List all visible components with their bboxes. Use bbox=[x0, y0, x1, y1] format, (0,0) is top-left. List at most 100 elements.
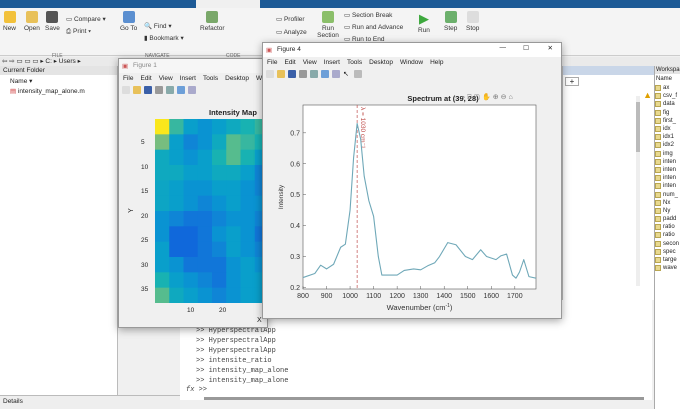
maximize-button[interactable]: ☐ bbox=[523, 44, 529, 52]
refactor-button[interactable]: Refactor bbox=[200, 11, 225, 32]
print-icon[interactable] bbox=[299, 69, 307, 78]
run-section-button[interactable]: Run Section bbox=[316, 11, 340, 39]
workspace-variable[interactable]: csv_f bbox=[655, 92, 680, 100]
menu-item[interactable]: Insert bbox=[180, 75, 196, 82]
save-button[interactable]: Save bbox=[45, 11, 60, 32]
menu-item[interactable]: Insert bbox=[324, 59, 340, 66]
goto-button[interactable]: Go To bbox=[120, 11, 137, 32]
menu-item[interactable]: Edit bbox=[140, 75, 151, 82]
menu-item[interactable]: Tools bbox=[203, 75, 218, 82]
file-item[interactable]: ▤ intensity_map_alone.m bbox=[0, 87, 117, 95]
colorbar-icon[interactable] bbox=[177, 85, 185, 94]
y-tick-label: 0.7 bbox=[290, 130, 300, 137]
save-icon[interactable] bbox=[288, 69, 296, 78]
workspace-variable[interactable]: img bbox=[655, 150, 680, 158]
print-icon[interactable] bbox=[155, 85, 163, 94]
find-button[interactable]: 🔍 Find ▾ bbox=[144, 22, 172, 30]
workspace-variable[interactable]: Ny bbox=[655, 207, 680, 215]
run-button[interactable]: ▶ Run bbox=[418, 11, 430, 34]
variable-name: ax bbox=[663, 85, 670, 92]
open-button[interactable]: Open bbox=[24, 11, 40, 32]
menu-item[interactable]: File bbox=[123, 75, 133, 82]
add-tab-button[interactable]: + bbox=[565, 77, 579, 86]
name-column-header[interactable]: Name ▾ bbox=[0, 75, 117, 87]
intensity-map-heatmap[interactable] bbox=[155, 119, 269, 303]
tab-editor[interactable] bbox=[196, 0, 260, 8]
workspace-variable[interactable]: ax bbox=[655, 84, 680, 92]
vertical-scrollbar[interactable] bbox=[636, 96, 640, 286]
run-advance-button[interactable]: ▭ Run and Advance bbox=[344, 23, 403, 31]
editor-panel: + ▲ bbox=[562, 66, 654, 300]
menu-item[interactable]: Window bbox=[400, 59, 423, 66]
workspace-variable[interactable]: ratio bbox=[655, 223, 680, 231]
workspace-variable[interactable]: inten bbox=[655, 182, 680, 190]
command-prompt[interactable]: >> bbox=[199, 386, 207, 394]
path-segment[interactable]: C: bbox=[45, 58, 52, 65]
spectrum-chart[interactable]: 800 900 1000 1100 1200 1300 1400 1500 1600 1700 0.… bbox=[263, 91, 561, 319]
section-break-button[interactable]: ▭ Section Break bbox=[344, 11, 392, 19]
workspace-variable[interactable]: first_ bbox=[655, 117, 680, 125]
workspace-variable[interactable]: targe bbox=[655, 256, 680, 264]
name-column-header[interactable]: Name bbox=[655, 74, 680, 84]
workspace-variable[interactable]: secon bbox=[655, 240, 680, 248]
link-icon[interactable] bbox=[310, 69, 318, 78]
details-panel[interactable]: Details bbox=[0, 395, 180, 409]
workspace-variable[interactable]: ratio bbox=[655, 231, 680, 239]
figure-1-titlebar[interactable]: ▣ Figure 1 bbox=[119, 59, 267, 73]
workspace-variable[interactable]: inten bbox=[655, 158, 680, 166]
workspace-variable[interactable]: fig bbox=[655, 109, 680, 117]
close-button[interactable]: ✕ bbox=[548, 44, 553, 52]
menu-item[interactable]: View bbox=[159, 75, 173, 82]
menu-item[interactable]: Edit bbox=[284, 59, 295, 66]
print-button[interactable]: ⎙ Print ▾ bbox=[66, 28, 91, 36]
workspace-variable[interactable]: wave bbox=[655, 264, 680, 272]
colorbar-icon[interactable] bbox=[321, 69, 329, 78]
menu-item[interactable]: Desktop bbox=[369, 59, 393, 66]
property-editor-icon[interactable] bbox=[354, 69, 362, 78]
command-line: >> intensite_ratio bbox=[196, 357, 272, 365]
new-figure-icon[interactable] bbox=[122, 85, 130, 94]
analyze-button[interactable]: ▭ Analyze bbox=[276, 28, 307, 36]
pointer-icon[interactable]: ↖ bbox=[343, 70, 351, 78]
open-icon[interactable] bbox=[277, 69, 285, 78]
workspace-variable[interactable]: inten bbox=[655, 174, 680, 182]
menu-item[interactable]: Desktop bbox=[225, 75, 249, 82]
workspace-variable[interactable]: idx1 bbox=[655, 133, 680, 141]
menu-item[interactable]: File bbox=[267, 59, 277, 66]
axes-toolbar[interactable]: ⌁⍓▢✋⊕⊖⌂ bbox=[461, 93, 515, 102]
menu-item[interactable]: Tools bbox=[347, 59, 362, 66]
workspace-variable[interactable]: data bbox=[655, 100, 680, 108]
save-icon[interactable] bbox=[144, 85, 152, 94]
x-tick-label: 800 bbox=[297, 293, 309, 300]
bookmark-button[interactable]: ▮ Bookmark ▾ bbox=[144, 34, 184, 42]
link-icon[interactable] bbox=[166, 85, 174, 94]
open-icon[interactable] bbox=[133, 85, 141, 94]
legend-icon[interactable] bbox=[332, 69, 340, 78]
workspace-variable[interactable]: spec bbox=[655, 248, 680, 256]
menu-item[interactable]: Help bbox=[430, 59, 443, 66]
workspace-variable[interactable]: idx2 bbox=[655, 141, 680, 149]
path-segment[interactable]: Users bbox=[59, 58, 76, 65]
step-button[interactable]: Step bbox=[444, 11, 457, 32]
new-figure-icon[interactable] bbox=[266, 69, 274, 78]
workspace-variable[interactable]: inten bbox=[655, 166, 680, 174]
legend-icon[interactable] bbox=[188, 85, 196, 94]
compare-button[interactable]: ▭ Compare ▾ bbox=[66, 15, 106, 23]
minimize-button[interactable]: — bbox=[500, 44, 507, 51]
profiler-button[interactable]: ▭ Profiler bbox=[276, 15, 305, 23]
fx-icon[interactable]: fx bbox=[186, 386, 194, 394]
workspace-variable[interactable]: num_ bbox=[655, 190, 680, 198]
workspace-variable[interactable]: Nx bbox=[655, 199, 680, 207]
scroll-thumb[interactable] bbox=[636, 102, 640, 152]
figure-4-titlebar[interactable]: ▣ Figure 4 — ☐ ✕ bbox=[263, 43, 561, 57]
new-button[interactable]: New bbox=[3, 11, 16, 32]
heatmap-cell bbox=[226, 226, 241, 243]
heatmap-cell bbox=[183, 241, 199, 258]
workspace-variable[interactable]: padd bbox=[655, 215, 680, 223]
workspace-variable[interactable]: idx bbox=[655, 125, 680, 133]
stop-button[interactable]: Stop bbox=[466, 11, 479, 32]
variable-name: data bbox=[663, 101, 675, 108]
horizontal-scrollbar[interactable] bbox=[204, 397, 644, 400]
menu-item[interactable]: View bbox=[303, 59, 317, 66]
heatmap-cell bbox=[169, 180, 184, 197]
